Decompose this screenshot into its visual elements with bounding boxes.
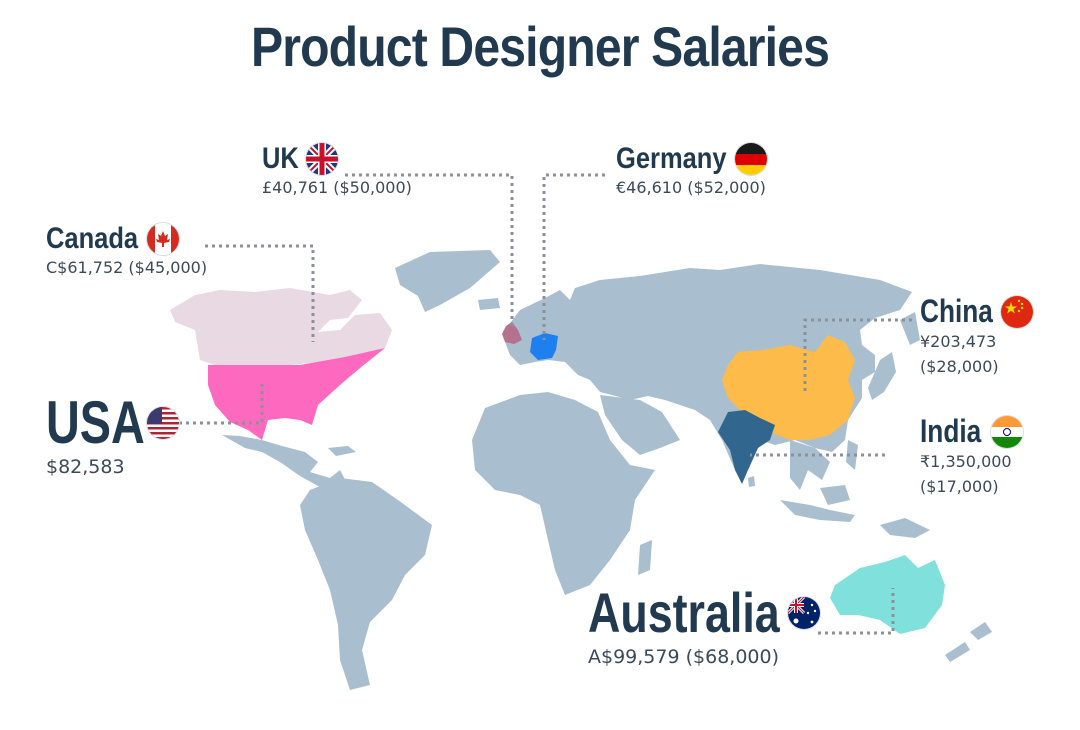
- india-salary-local: ₹1,350,000: [920, 452, 1012, 471]
- canada-salary: C$61,752 ($45,000): [46, 258, 208, 277]
- canada-flag-icon: [146, 223, 179, 255]
- new-zealand-south: [945, 642, 970, 662]
- madagascar: [638, 540, 652, 575]
- borneo: [820, 485, 850, 505]
- australia-name: Australia: [588, 581, 780, 644]
- australia-salary: A$99,579 ($68,000): [588, 646, 780, 668]
- australia-shape[interactable]: [830, 555, 945, 634]
- canada-name: Canada: [46, 222, 139, 255]
- india-name: India: [920, 413, 982, 449]
- germany-flag-icon: [734, 143, 767, 175]
- new-guinea: [880, 518, 930, 538]
- world-map: [165, 173, 992, 690]
- india-flag-icon: [991, 415, 1024, 448]
- australia-label-group[interactable]: Australia A$99,579 ($68,000): [588, 580, 821, 672]
- china-salary-local: ¥203,473: [920, 332, 997, 351]
- canada-shape[interactable]: [170, 288, 392, 365]
- usa-name: USA: [46, 389, 145, 456]
- usa-salary: $82,583: [46, 456, 125, 478]
- china-salary-usd: ($28,000): [920, 356, 999, 376]
- central-america: [222, 435, 348, 490]
- caribbean: [328, 446, 356, 456]
- iceland: [478, 298, 500, 310]
- india-label-group[interactable]: India ₹1,350,000 ($17,000): [920, 413, 1024, 500]
- china-name: China: [920, 293, 993, 329]
- china-label-group[interactable]: China ¥203,473 ($28,000): [920, 293, 1034, 380]
- usa-flag-icon: [147, 406, 180, 439]
- usa-label-group[interactable]: USA $82,583: [46, 388, 180, 482]
- kamchatka: [900, 312, 920, 345]
- uk-label-group[interactable]: UK £40,761 ($50,000): [262, 142, 412, 201]
- germany-name: Germany: [616, 142, 727, 175]
- uk-name: UK: [262, 142, 299, 175]
- australia-flag-icon: [788, 596, 821, 629]
- india-salary-usd: ($17,000): [920, 476, 999, 496]
- indonesia: [780, 500, 855, 522]
- germany-salary: €46,610 ($52,000): [616, 178, 766, 197]
- sri-lanka: [748, 476, 755, 487]
- canada-label-group[interactable]: Canada C$61,752 ($45,000): [46, 222, 207, 281]
- south-america: [300, 478, 432, 690]
- page-title: Product Designer Salaries: [250, 15, 830, 78]
- germany-label-group[interactable]: Germany €46,610 ($52,000): [616, 142, 767, 201]
- uk-salary: £40,761 ($50,000): [262, 178, 412, 197]
- china-flag-icon: [1001, 295, 1034, 328]
- new-zealand: [970, 622, 992, 640]
- uk-flag-icon: [305, 143, 338, 175]
